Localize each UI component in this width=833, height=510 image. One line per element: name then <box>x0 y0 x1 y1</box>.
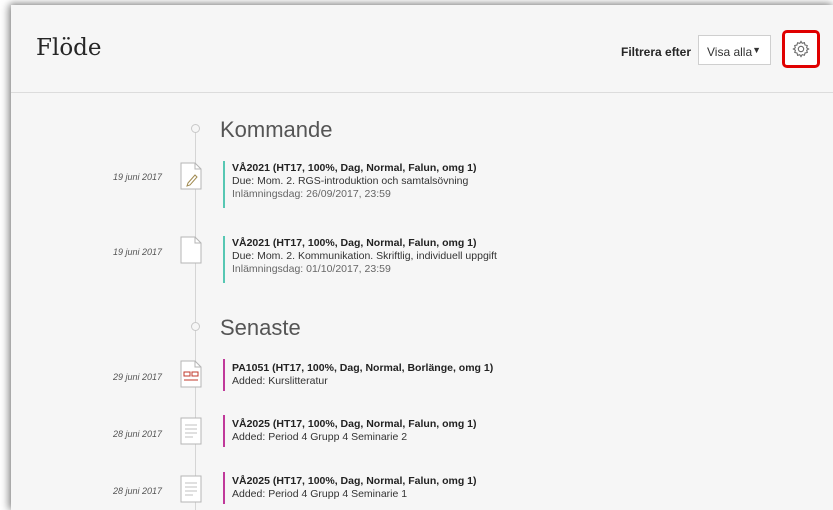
accent-bar <box>223 359 225 391</box>
stream-item[interactable]: VÅ2025 (HT17, 100%, Dag, Normal, Falun, … <box>232 418 477 444</box>
section-title-recent: Senaste <box>220 315 301 340</box>
item-detail: Due: Mom. 2. RGS-introduktion och samtal… <box>232 175 469 187</box>
item-detail: Added: Period 4 Grupp 4 Seminarie 1 <box>232 488 408 500</box>
content-icon <box>180 360 202 388</box>
stream-item[interactable]: VÅ2021 (HT17, 100%, Dag, Normal, Falun, … <box>232 162 477 201</box>
accent-bar <box>223 161 225 208</box>
item-detail: Added: Kurslitteratur <box>232 375 328 387</box>
document-lines-icon <box>180 475 202 503</box>
item-title[interactable]: VÅ2025 (HT17, 100%, Dag, Normal, Falun, … <box>232 418 477 431</box>
filter-label: Filtrera efter <box>621 45 692 59</box>
settings-button[interactable] <box>782 30 820 68</box>
filter-select-value: Visa alla <box>707 45 753 59</box>
section-title-upcoming: Kommande <box>220 117 333 142</box>
item-subdetail: Inlämningsdag: 01/10/2017, 23:59 <box>232 263 391 275</box>
accent-bar <box>223 415 225 447</box>
stream-item[interactable]: VÅ2025 (HT17, 100%, Dag, Normal, Falun, … <box>232 475 477 501</box>
item-subdetail: Inlämningsdag: 26/09/2017, 23:59 <box>232 188 391 200</box>
filter-select[interactable]: Visa alla ▼ <box>698 35 771 65</box>
item-detail: Added: Period 4 Grupp 4 Seminarie 2 <box>232 431 408 443</box>
accent-bar <box>223 236 225 283</box>
item-date: 29 juni 2017 <box>112 372 162 382</box>
document-icon <box>180 236 202 264</box>
item-title[interactable]: VÅ2021 (HT17, 100%, Dag, Normal, Falun, … <box>232 162 477 175</box>
item-date: 19 juni 2017 <box>112 247 162 257</box>
gear-icon <box>792 40 810 58</box>
activity-stream-panel: Flöde Filtrera efter Visa alla ▼ Kommand… <box>11 5 833 510</box>
section-marker <box>191 124 200 133</box>
stream-item[interactable]: VÅ2021 (HT17, 100%, Dag, Normal, Falun, … <box>232 237 497 276</box>
accent-bar <box>223 472 225 504</box>
document-edit-icon <box>180 162 202 190</box>
document-lines-icon <box>180 417 202 445</box>
item-date: 19 juni 2017 <box>112 172 162 182</box>
item-title[interactable]: PA1051 (HT17, 100%, Dag, Normal, Borläng… <box>232 362 493 375</box>
page-title: Flöde <box>36 35 102 61</box>
item-date: 28 juni 2017 <box>112 486 162 496</box>
item-date: 28 juni 2017 <box>112 429 162 439</box>
item-title[interactable]: VÅ2025 (HT17, 100%, Dag, Normal, Falun, … <box>232 475 477 488</box>
stream-item[interactable]: PA1051 (HT17, 100%, Dag, Normal, Borläng… <box>232 362 493 388</box>
chevron-down-icon: ▼ <box>752 45 761 55</box>
section-marker <box>191 322 200 331</box>
stream-header: Flöde Filtrera efter Visa alla ▼ <box>11 5 833 93</box>
item-detail: Due: Mom. 2. Kommunikation. Skriftlig, i… <box>232 250 497 262</box>
item-title[interactable]: VÅ2021 (HT17, 100%, Dag, Normal, Falun, … <box>232 237 497 250</box>
